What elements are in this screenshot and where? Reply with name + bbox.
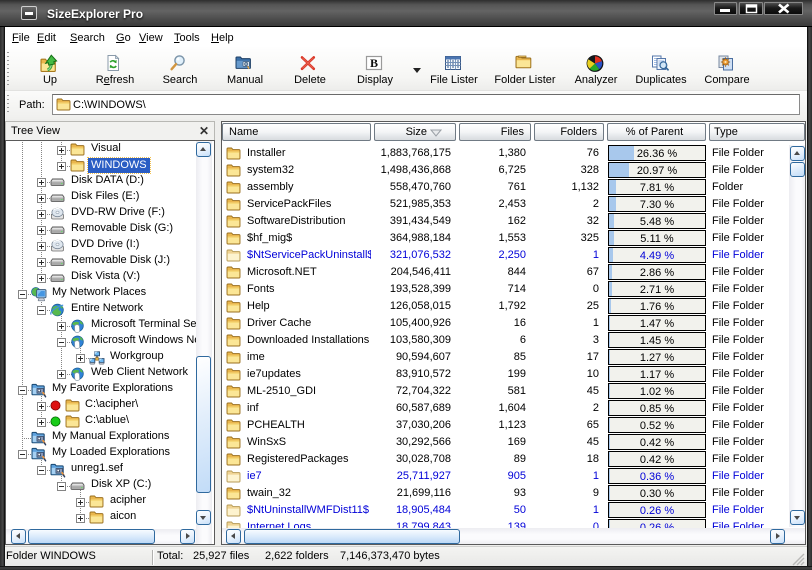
svg-text:B: B — [370, 56, 378, 70]
